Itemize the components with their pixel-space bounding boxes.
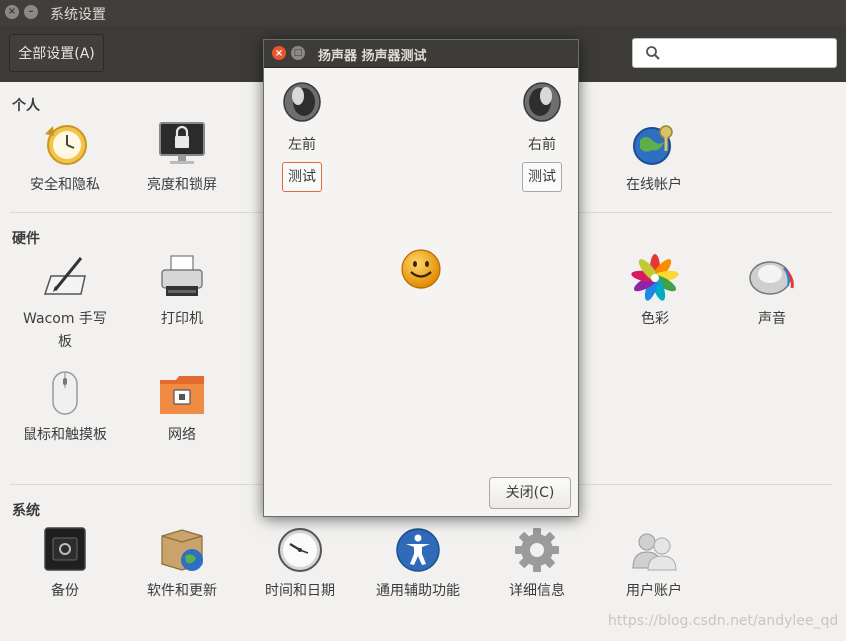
item-online-accounts[interactable]: 在线帐户 bbox=[599, 120, 709, 197]
item-label: 鼠标和触摸板 bbox=[23, 427, 107, 443]
dialog-titlebar: × □ 扬声器 扬声器测试 bbox=[264, 40, 578, 68]
item-label: 打印机 bbox=[161, 311, 203, 327]
backup-icon bbox=[41, 526, 89, 574]
accessibility-icon bbox=[394, 526, 442, 574]
speaker-icon bbox=[283, 82, 321, 122]
item-label: 软件和更新 bbox=[147, 583, 217, 599]
item-network[interactable]: 网络 bbox=[127, 370, 237, 447]
users-icon bbox=[630, 526, 678, 574]
security-privacy-icon bbox=[41, 120, 89, 168]
color-icon bbox=[631, 254, 679, 302]
item-sound[interactable]: 声音 bbox=[717, 254, 827, 331]
gear-icon bbox=[513, 526, 561, 574]
item-label: 色彩 bbox=[641, 311, 669, 327]
section-title-system: 系统 bbox=[12, 503, 40, 519]
item-label: 用户账户 bbox=[626, 583, 682, 599]
dialog-title: 扬声器 扬声器测试 bbox=[318, 49, 427, 64]
window-minimize-button[interactable]: – bbox=[24, 5, 38, 19]
item-label: 备份 bbox=[51, 583, 79, 599]
speaker-label: 右前 bbox=[528, 137, 556, 153]
section-title-hardware: 硬件 bbox=[12, 231, 40, 247]
brightness-lock-icon bbox=[158, 120, 206, 168]
item-time-date[interactable]: 时间和日期 bbox=[245, 526, 355, 603]
window-close-button[interactable]: × bbox=[5, 5, 19, 19]
item-color[interactable]: 色彩 bbox=[600, 254, 710, 331]
dialog-maximize-icon[interactable]: □ bbox=[291, 46, 305, 60]
search-input[interactable] bbox=[632, 38, 837, 68]
item-label: 详细信息 bbox=[509, 583, 565, 599]
dialog-close-icon[interactable]: × bbox=[272, 46, 286, 60]
front-right-speaker: 右前 测试 bbox=[512, 82, 572, 192]
right-test-button[interactable]: 测试 bbox=[522, 162, 562, 192]
printer-icon bbox=[158, 254, 206, 302]
mouse-icon bbox=[41, 370, 89, 418]
speaker-icon bbox=[523, 82, 561, 122]
wacom-tablet-icon bbox=[41, 254, 89, 302]
section-title-personal: 个人 bbox=[12, 98, 40, 114]
clock-icon bbox=[276, 526, 324, 574]
item-wacom-tablet[interactable]: Wacom 手写 板 bbox=[10, 254, 120, 354]
item-security-privacy[interactable]: 安全和隐私 bbox=[10, 120, 120, 197]
smiley-icon bbox=[401, 249, 441, 289]
item-brightness-lock[interactable]: 亮度和锁屏 bbox=[127, 120, 237, 197]
network-icon bbox=[158, 370, 206, 418]
window-title: 系统设置 bbox=[50, 7, 106, 23]
item-software-updates[interactable]: 软件和更新 bbox=[127, 526, 237, 603]
speaker-test-dialog: × □ 扬声器 扬声器测试 左前 测试 右前 测试 关闭(C) bbox=[263, 39, 579, 517]
window-titlebar: × – 系统设置 bbox=[0, 0, 846, 26]
online-accounts-icon bbox=[630, 120, 678, 168]
item-label: 网络 bbox=[168, 427, 196, 443]
item-mouse-touchpad[interactable]: 鼠标和触摸板 bbox=[10, 370, 120, 447]
item-label: 在线帐户 bbox=[626, 177, 682, 193]
software-updates-icon bbox=[158, 526, 206, 574]
item-label: 亮度和锁屏 bbox=[147, 177, 217, 193]
item-printer[interactable]: 打印机 bbox=[127, 254, 237, 331]
item-label: 安全和隐私 bbox=[30, 177, 100, 193]
item-details[interactable]: 详细信息 bbox=[482, 526, 592, 603]
front-left-speaker: 左前 测试 bbox=[272, 82, 332, 192]
item-label: 通用辅助功能 bbox=[376, 583, 460, 599]
item-label: 声音 bbox=[758, 311, 786, 327]
search-icon bbox=[646, 46, 660, 60]
sound-icon bbox=[748, 254, 796, 302]
item-label-continued: 板 bbox=[58, 334, 72, 350]
watermark: https://blog.csdn.net/andylee_qd bbox=[608, 613, 839, 629]
close-button[interactable]: 关闭(C) bbox=[489, 477, 571, 509]
item-accessibility[interactable]: 通用辅助功能 bbox=[363, 526, 473, 603]
left-test-button[interactable]: 测试 bbox=[282, 162, 322, 192]
item-label: Wacom 手写 bbox=[23, 311, 107, 327]
speaker-label: 左前 bbox=[288, 137, 316, 153]
item-label: 时间和日期 bbox=[265, 583, 335, 599]
item-backup[interactable]: 备份 bbox=[10, 526, 120, 603]
all-settings-button[interactable]: 全部设置(A) bbox=[9, 34, 104, 72]
item-user-accounts[interactable]: 用户账户 bbox=[599, 526, 709, 603]
